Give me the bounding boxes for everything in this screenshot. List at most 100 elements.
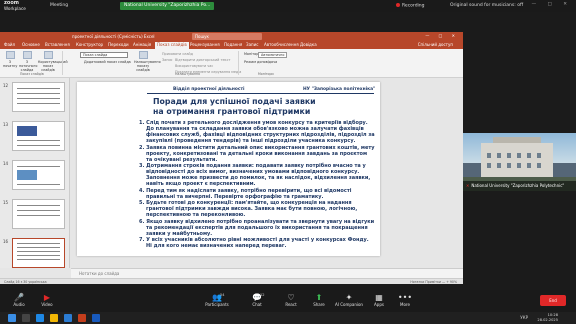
tab-transitions[interactable]: Переходи — [108, 42, 129, 47]
notes-pane[interactable]: Нотатки до слайда — [71, 268, 463, 278]
word-app-icon[interactable] — [92, 314, 100, 322]
record-dot-icon — [396, 3, 400, 7]
audio-label: Audio — [13, 302, 25, 307]
from-start-button[interactable]: З початку — [3, 51, 17, 68]
slide-title-line: Поради для успішної подачі заявки — [153, 97, 316, 106]
share-screen-button[interactable]: ⬆ Share — [302, 293, 336, 307]
ai-companion-button[interactable]: ✦ AI Companion — [332, 293, 366, 307]
video-window — [497, 163, 501, 168]
thumb-number: 15 — [3, 200, 9, 205]
use-timings-checkbox[interactable]: Використовувати час — [175, 64, 213, 68]
tab-file[interactable]: Файл — [4, 42, 15, 47]
monitor-select[interactable]: Автоматично — [258, 52, 288, 58]
recording-indicator[interactable]: Recording — [396, 3, 425, 9]
list-item: 3. Дотримання строків подання заявки: по… — [139, 163, 371, 188]
video-window — [537, 163, 541, 168]
document-title: проектної діяльності (Сумісність) Excel — [72, 34, 155, 39]
windows-taskbar: УКР 10:28 28.02.2025 — [0, 312, 576, 324]
slide-title[interactable]: Поради для успішної подачі заявки на отр… — [153, 97, 316, 116]
react-label: React — [285, 302, 297, 307]
powerpoint-app-icon[interactable] — [78, 314, 86, 322]
zoom-product: Workplace — [4, 6, 26, 11]
presenter-view-checkbox[interactable]: Режим доповідача — [244, 60, 277, 64]
search-icon[interactable] — [22, 314, 30, 322]
tab-design[interactable]: Конструктор — [76, 42, 103, 47]
end-meeting-button[interactable]: End — [540, 295, 566, 306]
custom-show-label: Користувацький показ слайдів — [38, 60, 68, 72]
slide-thumbnail[interactable]: 13 — [3, 121, 65, 151]
video-window — [497, 153, 501, 158]
slide-thumbnail[interactable]: 12 — [3, 82, 65, 112]
ai-companion-label: AI Companion — [335, 302, 363, 307]
system-clock[interactable]: 10:28 28.02.2025 — [537, 313, 558, 323]
record-checkbox[interactable]: Запис — [162, 58, 173, 62]
tab-help[interactable]: Довідка — [300, 42, 317, 47]
file-explorer-icon[interactable] — [50, 314, 58, 322]
video-button[interactable]: ▶ Video — [30, 293, 64, 307]
chat-button[interactable]: 💬 12 Chat — [240, 293, 274, 307]
thumb-line — [17, 205, 60, 207]
additional-show-option[interactable]: Додатковий показ слайда — [84, 60, 131, 64]
screen-share-indicator[interactable]: National University "Zaporizhzhia Po... — [120, 2, 215, 10]
group-label-setup: Налаштування — [175, 72, 200, 76]
thumb-line — [17, 259, 60, 261]
participants-button[interactable]: 👥 54 Participants — [200, 293, 234, 307]
tab-animations[interactable]: Анімація — [133, 42, 151, 47]
meeting-label[interactable]: Meeting — [50, 3, 68, 8]
thumb-line — [17, 166, 60, 168]
hide-slide-checkbox[interactable]: Приховати слайд — [162, 52, 193, 56]
from-current-button[interactable]: З поточного слайда — [19, 51, 38, 72]
edge-icon[interactable] — [36, 314, 44, 322]
setup-icon — [138, 51, 148, 59]
slide-thumbnail[interactable]: 15 — [3, 199, 65, 229]
language-indicator[interactable]: УКР — [520, 315, 528, 320]
video-window — [487, 163, 491, 168]
thumb-line — [17, 93, 60, 95]
play-current-icon — [22, 51, 32, 59]
share-icon: ⬆ — [315, 293, 323, 302]
zoom-logo: zoom Workplace — [4, 1, 26, 12]
thumb-line — [17, 247, 60, 249]
tab-record[interactable]: Запис — [246, 42, 258, 47]
thumb-picture — [17, 170, 37, 180]
tab-autocalc[interactable]: Автообчислення — [264, 42, 299, 47]
zoom-app-icon[interactable] — [64, 314, 72, 322]
video-window — [487, 153, 491, 158]
slideshow-dropdown[interactable]: Показ слайда — [80, 52, 128, 58]
more-button[interactable]: ••• More — [388, 293, 422, 307]
tab-insert[interactable]: Вставлення — [45, 42, 70, 47]
slide-thumbnails-pane[interactable]: 12 13 14 15 16 — [0, 78, 70, 268]
setup-show-button[interactable]: Налаштування показу слайдів — [134, 51, 161, 72]
participants-label: Participants — [205, 302, 229, 307]
slide-canvas[interactable]: Відділ проектної діяльності НУ "Запорізь… — [77, 82, 380, 256]
thumb-line — [17, 184, 60, 186]
original-sound-toggle[interactable]: Original sound for musicians: off — [450, 3, 523, 8]
slide-thumbnail-selected[interactable]: 16 — [3, 238, 65, 268]
group-label-start: Показ слайдів — [20, 72, 44, 76]
search-input[interactable]: Пошук — [192, 33, 262, 40]
participants-icon: 👥 — [212, 293, 222, 302]
participant-name-label: ✕ National University "Zaporizhzhia Polyt… — [463, 181, 576, 191]
tab-view[interactable]: Подання — [224, 42, 242, 47]
custom-show-button[interactable]: Користувацький показ слайдів — [38, 51, 68, 72]
zoom-window-controls[interactable]: — □ ✕ — [532, 2, 572, 7]
ribbon-tabs: Файл Основне Вставлення Конструктор Пере… — [0, 41, 463, 49]
slide-thumbnail[interactable]: 14 — [3, 160, 65, 190]
video-window — [517, 163, 521, 168]
tab-slideshow[interactable]: Показ слайдів — [155, 42, 189, 49]
tab-home[interactable]: Основне — [22, 42, 40, 47]
list-item: 2. Заявка повинна містити детальний опис… — [139, 144, 375, 163]
participant-name: National University "Zaporizhzhia Polyte… — [471, 183, 565, 188]
ribbon-divider — [238, 51, 239, 75]
slide-body[interactable]: 1. Слід почати з ретельного дослідження … — [139, 120, 375, 250]
share-button[interactable]: Спільний доступ — [418, 42, 453, 47]
thumb-number: 13 — [3, 122, 9, 127]
from-current-label: З поточного слайда — [19, 60, 38, 72]
start-icon[interactable] — [8, 314, 16, 322]
narration-checkbox[interactable]: Відтворити дикторський текст — [175, 58, 230, 62]
status-zoom-controls[interactable]: Нотатки Примітки — + 90% — [410, 280, 457, 284]
ppt-window-controls[interactable]: — □ ✕ — [425, 33, 459, 38]
thumb-line — [17, 215, 60, 217]
video-window — [507, 163, 511, 168]
tab-review[interactable]: Рецензування — [190, 42, 220, 47]
